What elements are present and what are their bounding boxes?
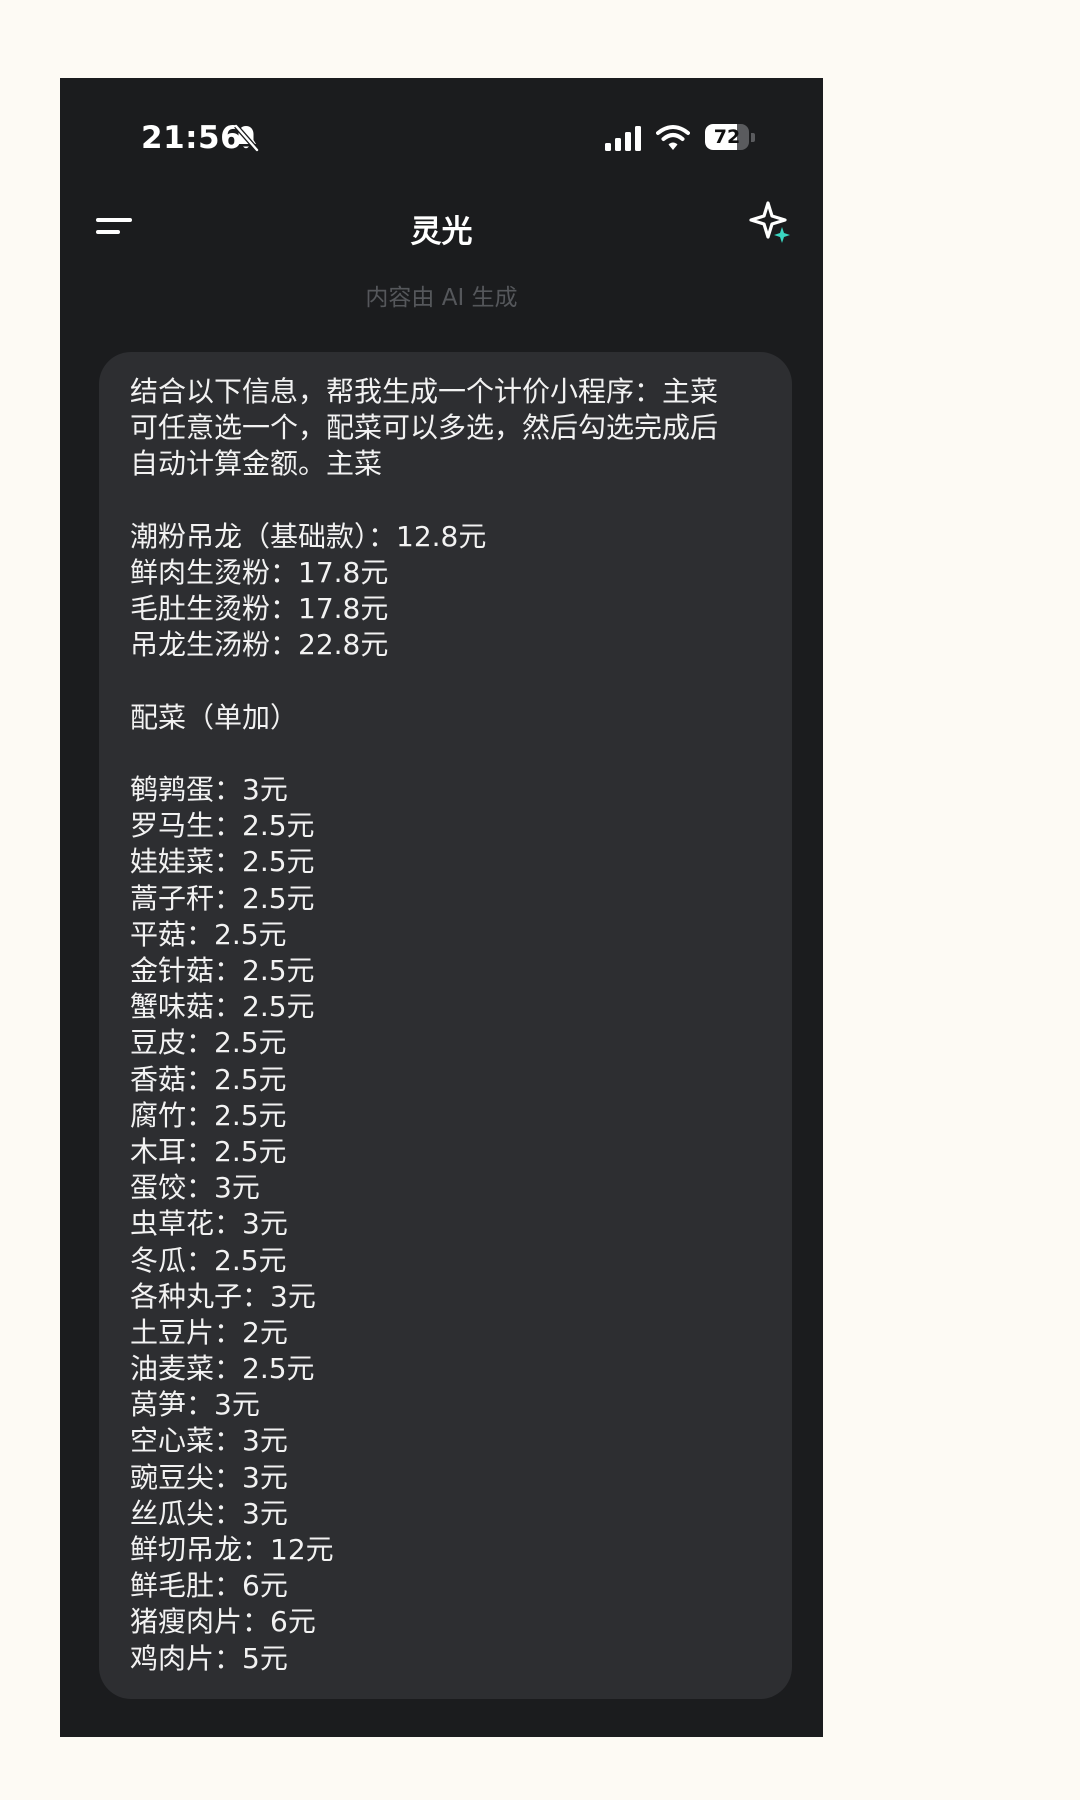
app-screen: 21:56 72 灵光 内容由 AI 生成 结合以下信息，帮我生成一个计价小程序… <box>60 78 823 1737</box>
status-time: 21:56 <box>141 120 243 156</box>
message-line: 结合以下信息，帮我生成一个计价小程序：主菜 <box>130 375 719 408</box>
message-line: 各种丸子：3元 <box>130 1279 316 1313</box>
bell-slash-icon <box>234 124 259 152</box>
message-line: 金针菇：2.5元 <box>130 954 315 987</box>
message-line: 豌豆尖：3元 <box>130 1460 288 1494</box>
message-line: 木耳：2.5元 <box>130 1134 287 1168</box>
message-line: 罗马生：2.5元 <box>130 809 315 843</box>
message-line: 鲜毛肚：6元 <box>130 1569 288 1603</box>
message-line: 冬瓜：2.5元 <box>130 1243 287 1277</box>
message-line: 土豆片：2元 <box>130 1315 288 1349</box>
message-line: 豆皮：2.5元 <box>130 1026 287 1060</box>
message-line: 毛肚生烫粉：17.8元 <box>130 592 389 626</box>
battery-body: 72 <box>705 124 749 150</box>
message-line: 鲜肉生烫粉：17.8元 <box>130 555 389 589</box>
battery-level-text: 72 <box>713 126 741 148</box>
battery-indicator: 72 <box>705 124 757 152</box>
message-line: 空心菜：3元 <box>130 1424 288 1458</box>
message-line: 鸡肉片：5元 <box>130 1641 288 1675</box>
message-line: 莴笋：3元 <box>130 1388 260 1422</box>
user-message-bubble[interactable]: 结合以下信息，帮我生成一个计价小程序：主菜 可任意选一个，配菜可以多选，然后勾选完… <box>99 352 792 1699</box>
message-line: 丝瓜尖：3元 <box>130 1496 288 1530</box>
message-line: 配菜（单加） <box>130 700 299 734</box>
message-line: 腐竹：2.5元 <box>130 1098 287 1132</box>
message-line: 自动计算金额。主菜 <box>130 447 383 481</box>
message-line: 鲜切吊龙：12元 <box>130 1533 334 1566</box>
sparkle-icon[interactable] <box>748 199 796 247</box>
wifi-icon <box>656 125 690 150</box>
ai-generated-note: 内容由 AI 生成 <box>365 285 518 311</box>
message-line: 蛋饺：3元 <box>130 1171 260 1205</box>
message-line: 蟹味菇：2.5元 <box>130 990 315 1024</box>
message-line: 鹌鹑蛋：3元 <box>130 773 288 807</box>
message-line: 平菇：2.5元 <box>130 917 287 951</box>
message-line: 潮粉吊龙（基础款）：12.8元 <box>130 519 487 553</box>
message-line: 吊龙生汤粉：22.8元 <box>130 628 389 662</box>
message-line: 虫草花：3元 <box>130 1207 288 1241</box>
message-line: 猪瘦肉片：6元 <box>130 1605 316 1639</box>
message-line: 蒿子秆：2.5元 <box>130 881 315 915</box>
cellular-signal-icon <box>605 126 641 151</box>
message-line: 油麦菜：2.5元 <box>130 1352 315 1386</box>
message-line: 香菇：2.5元 <box>130 1062 287 1096</box>
message-line: 可任意选一个，配菜可以多选，然后勾选完成后 <box>130 411 719 445</box>
status-bar: 21:56 72 <box>60 78 823 198</box>
app-title: 灵光 <box>410 214 473 250</box>
message-line: 娃娃菜：2.5元 <box>130 845 315 879</box>
battery-cap <box>751 133 755 142</box>
